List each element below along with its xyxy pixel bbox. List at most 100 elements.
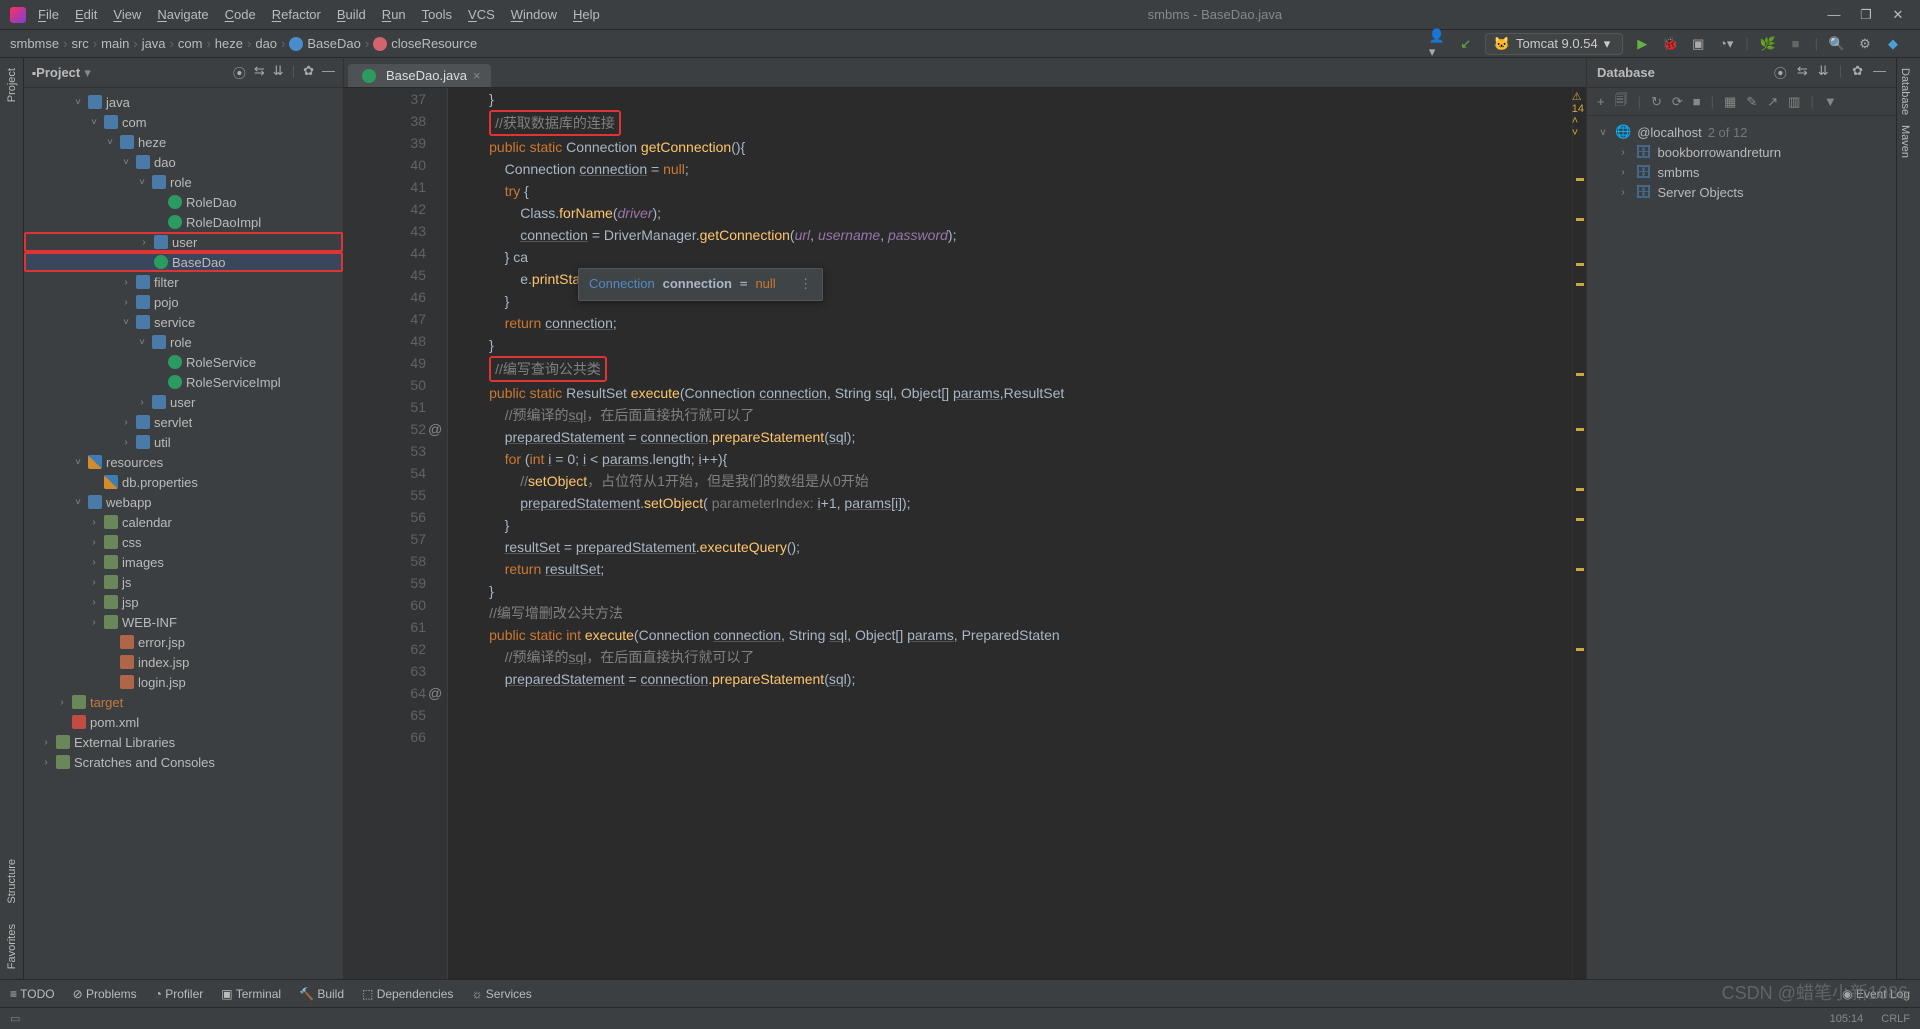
tree-RoleDaoImpl[interactable]: RoleDaoImpl (24, 212, 343, 232)
tree-heze[interactable]: ˅heze (24, 132, 343, 152)
tree-role[interactable]: ˅role (24, 172, 343, 192)
menu-view[interactable]: View (113, 7, 141, 22)
users-icon[interactable]: 👤▾ (1429, 35, 1447, 53)
crumb-com[interactable]: com (178, 36, 203, 51)
menu-edit[interactable]: Edit (75, 7, 97, 22)
menu-file[interactable]: File (38, 7, 59, 22)
tree-BaseDao[interactable]: BaseDao (24, 252, 343, 272)
db-item-bookborrowandreturn[interactable]: ›🗄bookborrowandreturn (1597, 142, 1886, 162)
stop-icon[interactable]: ■ (1693, 94, 1701, 109)
tree-user[interactable]: ›user (24, 232, 343, 252)
table-icon[interactable]: ▦ (1724, 94, 1736, 110)
hide-icon[interactable]: — (322, 63, 335, 82)
db-item-Server Objects[interactable]: ›🗄Server Objects (1597, 182, 1886, 202)
rail-maven[interactable]: Maven (1899, 125, 1911, 158)
menu-window[interactable]: Window (511, 7, 557, 22)
database-tree[interactable]: v🌐 @localhost 2 of 12 ›🗄bookborrowandret… (1587, 116, 1896, 208)
breadcrumb-path[interactable]: smbmse›src›main›java›com›heze›dao›BaseDa… (10, 36, 477, 51)
locate-icon[interactable]: ⦿ (1774, 63, 1787, 82)
collapse-icon[interactable]: ⇊ (1818, 63, 1829, 82)
tree-dbproperties[interactable]: db.properties (24, 472, 343, 492)
tree-RoleServiceImpl[interactable]: RoleServiceImpl (24, 372, 343, 392)
jump-icon[interactable]: ↗ (1767, 94, 1778, 110)
tree-calendar[interactable]: ›calendar (24, 512, 343, 532)
tab-basedao[interactable]: BaseDao.java × (348, 64, 491, 87)
rail-structure[interactable]: Structure (6, 859, 18, 904)
edit-icon[interactable]: ✎ (1746, 94, 1757, 110)
tree-RoleDao[interactable]: RoleDao (24, 192, 343, 212)
menu-help[interactable]: Help (573, 7, 600, 22)
gear-icon[interactable]: ✿ (303, 63, 314, 82)
db-host[interactable]: v🌐 @localhost 2 of 12 (1597, 122, 1886, 142)
menu-vcs[interactable]: VCS (468, 7, 495, 22)
tree-pojo[interactable]: ›pojo (24, 292, 343, 312)
status-dependencies[interactable]: ⬚ Dependencies (362, 987, 453, 1001)
tree-RoleService[interactable]: RoleService (24, 352, 343, 372)
locate-icon[interactable]: ⦿ (233, 63, 246, 82)
crumb-closeResource[interactable]: closeResource (373, 36, 477, 51)
tree-loginjsp[interactable]: login.jsp (24, 672, 343, 692)
gear-icon[interactable]: ✿ (1852, 63, 1863, 82)
tree-ScratchesandConsoles[interactable]: ›Scratches and Consoles (24, 752, 343, 772)
status-terminal[interactable]: ▣ Terminal (221, 987, 281, 1001)
menu-refactor[interactable]: Refactor (272, 7, 321, 22)
caret-position[interactable]: 105:14 (1830, 1013, 1864, 1025)
datasource-icon[interactable]: 🗐 (1615, 91, 1628, 113)
tree-js[interactable]: ›js (24, 572, 343, 592)
tree-webapp[interactable]: ˅webapp (24, 492, 343, 512)
expand-icon[interactable]: ⇆ (1797, 63, 1808, 82)
hide-icon[interactable]: — (1873, 63, 1886, 82)
updates-icon[interactable]: ◆ (1884, 35, 1902, 53)
console-icon[interactable]: ▥ (1788, 94, 1800, 110)
crumb-dao[interactable]: dao (255, 36, 277, 51)
sync-icon[interactable]: ⟳ (1672, 94, 1683, 110)
rail-favorites[interactable]: Favorites (6, 924, 18, 969)
add-icon[interactable]: + (1597, 94, 1605, 109)
profile-button[interactable]: ◔▾ (1717, 35, 1735, 53)
filter-icon[interactable]: ▼ (1824, 94, 1837, 109)
crumb-src[interactable]: src (71, 36, 88, 51)
fold-gutter[interactable] (430, 88, 448, 979)
close-button[interactable]: ✕ (1886, 7, 1910, 23)
menu-tools[interactable]: Tools (422, 7, 452, 22)
crumb-smbmse[interactable]: smbmse (10, 36, 59, 51)
tree-dao[interactable]: ˅dao (24, 152, 343, 172)
search-icon[interactable]: 🔍 (1828, 35, 1846, 53)
quick-doc-popup[interactable]: Connection connection = null ⋮ (578, 268, 823, 301)
stop-button[interactable]: ■ (1787, 35, 1805, 53)
git-branch-icon[interactable]: 🌿 (1759, 35, 1777, 53)
tree-util[interactable]: ›util (24, 432, 343, 452)
tree-role[interactable]: ˅role (24, 332, 343, 352)
error-stripe[interactable]: ⚠ 14 ˄ ˅ (1572, 88, 1586, 979)
tree-ExternalLibraries[interactable]: ›External Libraries (24, 732, 343, 752)
tree-WEBINF[interactable]: ›WEB-INF (24, 612, 343, 632)
crumb-java[interactable]: java (142, 36, 166, 51)
line-ending[interactable]: CRLF (1881, 1013, 1910, 1025)
crumb-heze[interactable]: heze (215, 36, 243, 51)
status-icon[interactable]: ▭ (10, 1012, 20, 1025)
line-gutter[interactable]: 3738394041424344454647484950515253545556… (344, 88, 430, 979)
tree-css[interactable]: ›css (24, 532, 343, 552)
chevron-down-icon[interactable]: ▾ (84, 65, 91, 81)
rail-project[interactable]: Project (6, 68, 18, 102)
coverage-button[interactable]: ▣ (1689, 35, 1707, 53)
tree-images[interactable]: ›images (24, 552, 343, 572)
menu-build[interactable]: Build (337, 7, 366, 22)
status-problems[interactable]: ⊘ Problems (73, 987, 137, 1001)
status-build[interactable]: 🔨 Build (299, 987, 344, 1001)
status-services[interactable]: ☼ Services (471, 987, 531, 1001)
expand-icon[interactable]: ⇆ (254, 63, 265, 82)
tree-user[interactable]: ›user (24, 392, 343, 412)
crumb-main[interactable]: main (101, 36, 129, 51)
maximize-button[interactable]: ❐ (1854, 7, 1878, 23)
tree-errorjsp[interactable]: error.jsp (24, 632, 343, 652)
refresh-icon[interactable]: ↻ (1651, 94, 1662, 110)
minimize-button[interactable]: — (1822, 7, 1846, 22)
project-title[interactable]: Project (36, 65, 80, 80)
tree-jsp[interactable]: ›jsp (24, 592, 343, 612)
crumb-BaseDao[interactable]: BaseDao (289, 36, 360, 51)
tree-servlet[interactable]: ›servlet (24, 412, 343, 432)
tree-service[interactable]: ˅service (24, 312, 343, 332)
code-editor[interactable]: } //获取数据库的连接 public static Connection ge… (448, 88, 1572, 979)
menu-run[interactable]: Run (382, 7, 406, 22)
